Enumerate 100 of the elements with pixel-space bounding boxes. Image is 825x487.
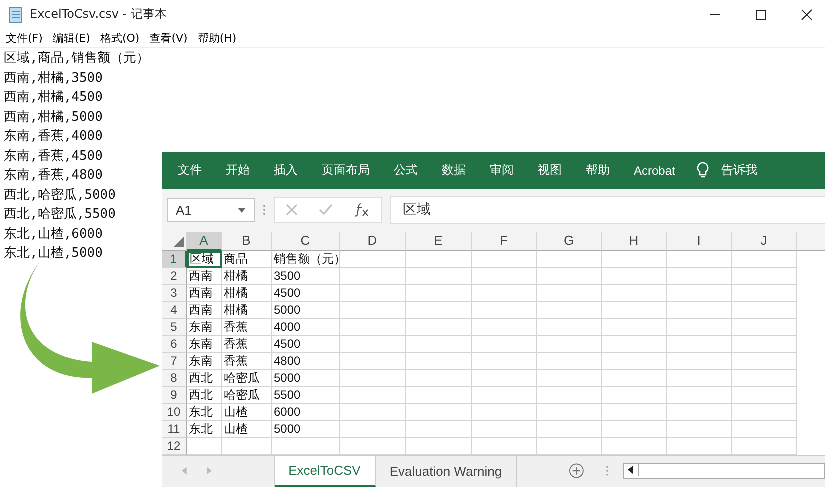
menu-item[interactable]: 编辑(E) bbox=[52, 30, 90, 46]
ribbon-tab[interactable]: 审阅 bbox=[490, 162, 514, 179]
notepad-icon bbox=[8, 6, 24, 24]
table-cell bbox=[340, 352, 406, 370]
table-cell bbox=[732, 352, 797, 370]
row-header[interactable]: 11 bbox=[162, 420, 187, 438]
row-header[interactable]: 5 bbox=[162, 318, 187, 336]
function-icon[interactable] bbox=[354, 203, 370, 218]
table-cell bbox=[406, 386, 472, 404]
table-cell bbox=[472, 370, 537, 387]
table-cell bbox=[667, 268, 732, 285]
table-cell: 6000 bbox=[272, 404, 340, 421]
row-header[interactable]: 2 bbox=[162, 268, 187, 285]
sheet-tab[interactable]: Evaluation Warning bbox=[376, 456, 518, 487]
formula-input[interactable]: 区域 bbox=[390, 196, 825, 224]
ribbon-tab[interactable]: 插入 bbox=[274, 162, 298, 179]
ribbon-tab[interactable]: 开始 bbox=[226, 162, 250, 179]
table-cell bbox=[602, 302, 667, 319]
table-cell: 东南 bbox=[187, 318, 222, 336]
row-header[interactable]: 12 bbox=[162, 438, 187, 455]
table-cell bbox=[732, 370, 797, 387]
table-cell bbox=[732, 302, 797, 319]
table-cell bbox=[667, 284, 732, 302]
table-cell bbox=[537, 420, 602, 438]
column-header[interactable]: I bbox=[667, 232, 732, 251]
row-header[interactable]: 4 bbox=[162, 302, 187, 319]
table-cell: 西南 bbox=[187, 268, 222, 285]
column-header[interactable]: D bbox=[340, 232, 406, 251]
row-header[interactable]: 7 bbox=[162, 352, 187, 370]
row-header[interactable]: 6 bbox=[162, 336, 187, 353]
table-cell bbox=[537, 318, 602, 336]
table-cell bbox=[340, 420, 406, 438]
table-cell: 哈密瓜 bbox=[222, 386, 272, 404]
drag-handle-icon[interactable] bbox=[606, 465, 610, 478]
column-header[interactable]: B bbox=[222, 232, 272, 251]
dropdown-caret-icon[interactable] bbox=[238, 208, 246, 213]
text-line: 东北,山楂,6000 bbox=[4, 226, 103, 244]
table-cell bbox=[537, 386, 602, 404]
close-icon[interactable] bbox=[801, 8, 813, 20]
column-header[interactable]: E bbox=[406, 232, 472, 251]
table-cell bbox=[537, 404, 602, 421]
table-cell: 西北 bbox=[187, 370, 222, 387]
sheet-tab[interactable]: ExcelToCSV bbox=[274, 456, 376, 487]
horizontal-scrollbar[interactable] bbox=[623, 463, 825, 480]
add-sheet-icon[interactable] bbox=[569, 463, 584, 480]
column-header[interactable]: C bbox=[272, 232, 340, 251]
row-header[interactable]: 3 bbox=[162, 284, 187, 302]
table-cell bbox=[472, 352, 537, 370]
maximize-icon[interactable] bbox=[755, 8, 767, 20]
column-header[interactable]: G bbox=[537, 232, 602, 251]
check-icon[interactable] bbox=[318, 204, 333, 216]
table-cell: 柑橘 bbox=[222, 268, 272, 285]
table-cell bbox=[406, 268, 472, 285]
menu-item[interactable]: 格式(O) bbox=[100, 30, 140, 46]
table-cell: 5000 bbox=[272, 370, 340, 387]
ribbon-tab[interactable]: 视图 bbox=[538, 162, 562, 179]
table-cell bbox=[732, 318, 797, 336]
row-header[interactable]: 1 bbox=[162, 250, 187, 268]
ribbon-tab[interactable]: 数据 bbox=[442, 162, 466, 179]
menu-item[interactable]: 帮助(H) bbox=[198, 30, 237, 46]
drag-handle-icon[interactable] bbox=[263, 204, 266, 216]
tell-me-tab[interactable]: 告诉我 bbox=[721, 162, 758, 179]
row-header[interactable]: 8 bbox=[162, 370, 187, 387]
table-cell: 4000 bbox=[272, 318, 340, 336]
table-cell bbox=[340, 284, 406, 302]
select-all-icon[interactable] bbox=[174, 236, 184, 247]
table-cell bbox=[667, 302, 732, 319]
column-header[interactable]: A bbox=[187, 232, 222, 251]
table-cell bbox=[340, 250, 406, 268]
ribbon-tab[interactable]: 文件 bbox=[178, 162, 202, 179]
row-header[interactable]: 9 bbox=[162, 386, 187, 404]
table-cell: 香蕉 bbox=[222, 336, 272, 353]
ribbon-tab[interactable]: 帮助 bbox=[586, 162, 610, 179]
table-cell bbox=[667, 336, 732, 353]
table-cell bbox=[472, 318, 537, 336]
table-cell bbox=[340, 318, 406, 336]
table-cell bbox=[602, 352, 667, 370]
table-cell bbox=[472, 336, 537, 353]
table-cell bbox=[537, 268, 602, 285]
table-cell bbox=[537, 352, 602, 370]
table-cell: 山楂 bbox=[222, 404, 272, 421]
column-header[interactable]: F bbox=[472, 232, 537, 251]
table-cell: 山楂 bbox=[222, 420, 272, 438]
menu-item[interactable]: 查看(V) bbox=[150, 30, 188, 46]
column-header[interactable]: H bbox=[602, 232, 667, 251]
name-box[interactable]: A1 bbox=[167, 198, 255, 222]
table-cell: 东南 bbox=[187, 352, 222, 370]
column-header[interactable]: J bbox=[732, 232, 797, 251]
text-line: 西北,哈密瓜,5000 bbox=[4, 186, 116, 204]
text-line: 东北,山楂,5000 bbox=[4, 245, 103, 263]
table-cell bbox=[340, 404, 406, 421]
table-cell bbox=[340, 268, 406, 285]
ribbon-tab[interactable]: 页面布局 bbox=[322, 162, 370, 179]
ribbon-tab[interactable]: 公式 bbox=[394, 162, 418, 179]
lightbulb-icon[interactable] bbox=[697, 162, 710, 179]
table-cell: 西北 bbox=[187, 386, 222, 404]
row-header[interactable]: 10 bbox=[162, 404, 187, 421]
table-cell bbox=[472, 284, 537, 302]
menu-item[interactable]: 文件(F) bbox=[6, 30, 43, 46]
ribbon-tab[interactable]: Acrobat bbox=[634, 164, 676, 178]
